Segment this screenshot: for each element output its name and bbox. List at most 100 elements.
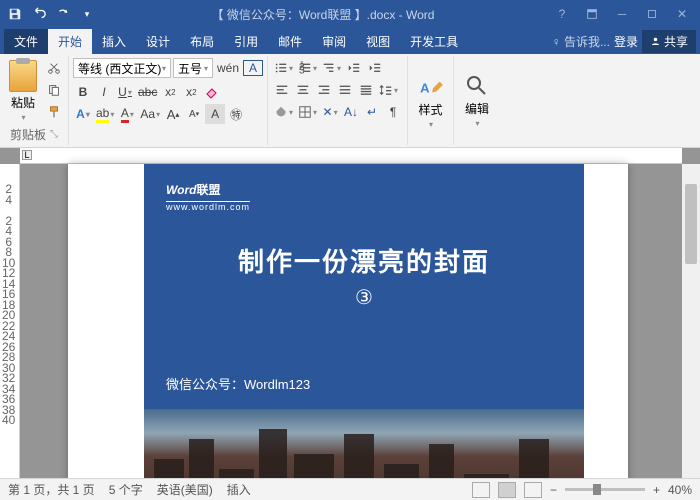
zoom-out-button[interactable]: − bbox=[550, 483, 557, 497]
copy-button[interactable] bbox=[44, 80, 64, 100]
document-page[interactable]: Word联盟 www.wordlm.com 制作一份漂亮的封面 ③ 微信公众号：… bbox=[68, 164, 628, 478]
window-controls: ? ─ ✕ bbox=[548, 2, 696, 26]
redo-button[interactable] bbox=[52, 3, 74, 25]
styles-label: 样式 bbox=[419, 101, 443, 118]
tab-home[interactable]: 开始 bbox=[48, 29, 92, 54]
borders-button[interactable]: ▾ bbox=[296, 102, 319, 122]
font-name-combo[interactable]: 等线 (西文正文)▾ bbox=[73, 58, 171, 78]
char-shading-button[interactable]: A bbox=[205, 104, 225, 124]
tab-developer[interactable]: 开发工具 bbox=[400, 29, 468, 54]
save-button[interactable] bbox=[4, 3, 26, 25]
ruler-vertical[interactable]: 24246810121416182022242628303234363840 bbox=[0, 164, 20, 478]
view-web-button[interactable] bbox=[524, 482, 542, 498]
login-link[interactable]: 登录 bbox=[614, 33, 638, 50]
tab-design[interactable]: 设计 bbox=[136, 29, 180, 54]
align-center-button[interactable] bbox=[293, 80, 313, 100]
ribbon: 粘贴 ▾ 剪贴板 ⤡ 等线 (西文正文)▾ 五号▾ wén A B I U▾ bbox=[0, 54, 700, 148]
minimize-button[interactable]: ─ bbox=[608, 2, 636, 26]
help-button[interactable]: ? bbox=[548, 2, 576, 26]
paragraph-marks-button[interactable]: ¶ bbox=[383, 102, 403, 122]
highlight-button[interactable]: ab▾ bbox=[94, 104, 116, 124]
clear-format-button[interactable] bbox=[202, 82, 222, 102]
tab-selector[interactable]: L bbox=[22, 150, 32, 160]
decrease-indent-button[interactable] bbox=[344, 58, 364, 78]
distributed-button[interactable] bbox=[356, 80, 376, 100]
svg-text:A: A bbox=[420, 80, 430, 95]
tab-mail[interactable]: 邮件 bbox=[268, 29, 312, 54]
tell-me[interactable]: ♀ 告诉我... bbox=[552, 33, 610, 50]
group-font: 等线 (西文正文)▾ 五号▾ wén A B I U▾ abc x2 x2 A▾… bbox=[69, 56, 268, 145]
line-spacing-button[interactable]: ▾ bbox=[377, 80, 400, 100]
italic-button[interactable]: I bbox=[94, 82, 114, 102]
tab-file[interactable]: 文件 bbox=[4, 29, 48, 54]
scrollbar-vertical[interactable] bbox=[682, 164, 700, 478]
shading-button[interactable]: ▾ bbox=[272, 102, 295, 122]
cover-title: 制作一份漂亮的封面 bbox=[166, 242, 562, 279]
share-button[interactable]: 共享 bbox=[642, 30, 696, 53]
superscript-button[interactable]: x2 bbox=[181, 82, 201, 102]
tab-view[interactable]: 视图 bbox=[356, 29, 400, 54]
align-justify-button[interactable] bbox=[335, 80, 355, 100]
multilevel-button[interactable]: ▾ bbox=[320, 58, 343, 78]
underline-button[interactable]: U▾ bbox=[115, 82, 135, 102]
char-border-button[interactable]: A bbox=[243, 60, 263, 76]
undo-button[interactable] bbox=[28, 3, 50, 25]
increase-indent-button[interactable] bbox=[365, 58, 385, 78]
bullets-button[interactable]: ▾ bbox=[272, 58, 295, 78]
strikethrough-button[interactable]: abc bbox=[136, 82, 159, 102]
tab-layout[interactable]: 布局 bbox=[180, 29, 224, 54]
editing-button[interactable]: 编辑▾ bbox=[461, 72, 493, 130]
group-paragraph: ▾ 123▾ ▾ ▾ ▾ ▾ ✕▾ A↓ ↵ ¶ bbox=[268, 56, 408, 145]
maximize-button[interactable] bbox=[638, 2, 666, 26]
styles-button[interactable]: A 样式▾ bbox=[414, 71, 448, 131]
status-language[interactable]: 英语(美国) bbox=[157, 481, 213, 498]
show-marks-button[interactable]: ↵ bbox=[362, 102, 382, 122]
format-painter-button[interactable] bbox=[44, 102, 64, 122]
view-read-button[interactable] bbox=[472, 482, 490, 498]
numbering-button[interactable]: 123▾ bbox=[296, 58, 319, 78]
font-size-combo[interactable]: 五号▾ bbox=[173, 58, 213, 78]
zoom-level[interactable]: 40% bbox=[668, 483, 692, 497]
scroll-thumb[interactable] bbox=[685, 184, 697, 264]
status-page[interactable]: 第 1 页，共 1 页 bbox=[8, 481, 95, 498]
phonetic-guide-button[interactable]: wén bbox=[215, 58, 241, 78]
tab-references[interactable]: 引用 bbox=[224, 29, 268, 54]
enclose-char-button[interactable]: ㊕ bbox=[226, 104, 246, 124]
zoom-slider[interactable] bbox=[565, 488, 645, 491]
status-words[interactable]: 5 个字 bbox=[109, 481, 143, 498]
sort-button[interactable]: A↓ bbox=[341, 102, 361, 122]
view-print-button[interactable] bbox=[498, 482, 516, 498]
paste-icon bbox=[9, 60, 37, 92]
ruler-horizontal[interactable]: L bbox=[20, 148, 682, 164]
close-button[interactable]: ✕ bbox=[668, 2, 696, 26]
text-effects-button[interactable]: A▾ bbox=[73, 104, 93, 124]
status-insert[interactable]: 插入 bbox=[227, 481, 251, 498]
shrink-font-button[interactable]: A▾ bbox=[184, 104, 204, 124]
asian-layout-button[interactable]: ✕▾ bbox=[320, 102, 340, 122]
cover-number: ③ bbox=[166, 285, 562, 310]
paste-button[interactable]: 粘贴 ▾ bbox=[4, 58, 42, 124]
quick-access-toolbar: ▾ bbox=[4, 3, 98, 25]
change-case-button[interactable]: Aa▾ bbox=[138, 104, 162, 124]
tab-insert[interactable]: 插入 bbox=[92, 29, 136, 54]
tab-review[interactable]: 审阅 bbox=[312, 29, 356, 54]
cover-logo: Word联盟 bbox=[166, 178, 562, 199]
font-color-button[interactable]: A▾ bbox=[117, 104, 137, 124]
title-bar: ▾ 【 微信公众号：Word联盟 】.docx - Word ? ─ ✕ bbox=[0, 0, 700, 28]
status-bar: 第 1 页，共 1 页 5 个字 英语(美国) 插入 − + 40% bbox=[0, 478, 700, 500]
bold-button[interactable]: B bbox=[73, 82, 93, 102]
document-area: L 24246810121416182022242628303234363840… bbox=[0, 148, 700, 478]
clipboard-label: 剪贴板 bbox=[10, 126, 46, 143]
qat-customize[interactable]: ▾ bbox=[76, 3, 98, 25]
ribbon-options-button[interactable] bbox=[578, 2, 606, 26]
ribbon-tabs: 文件 开始 插入 设计 布局 引用 邮件 审阅 视图 开发工具 ♀ 告诉我...… bbox=[0, 28, 700, 54]
subscript-button[interactable]: x2 bbox=[160, 82, 180, 102]
editing-label: 编辑 bbox=[465, 100, 489, 117]
align-right-button[interactable] bbox=[314, 80, 334, 100]
group-clipboard: 粘贴 ▾ 剪贴板 ⤡ bbox=[0, 56, 69, 145]
align-left-button[interactable] bbox=[272, 80, 292, 100]
zoom-in-button[interactable]: + bbox=[653, 483, 660, 497]
grow-font-button[interactable]: A▴ bbox=[163, 104, 183, 124]
cut-button[interactable] bbox=[44, 58, 64, 78]
clipboard-launcher[interactable]: ⤡ bbox=[50, 129, 58, 140]
